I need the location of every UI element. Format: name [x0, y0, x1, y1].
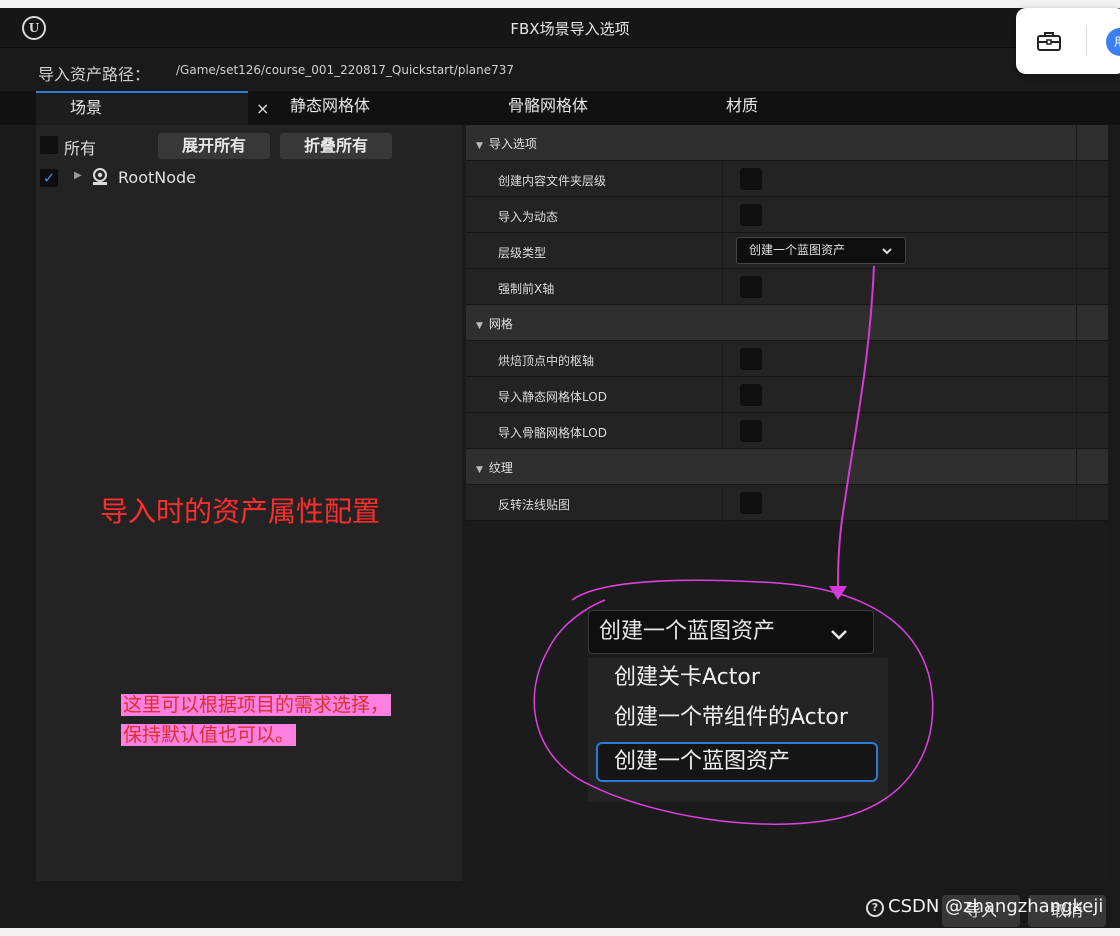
zoomed-dropdown-value: 创建一个蓝图资产	[599, 619, 776, 644]
dropdown-option[interactable]: 创建一个带组件的Actor	[596, 698, 878, 738]
title-bar: U FBX场景导入选项	[0, 8, 1120, 48]
option-row: 导入为动态	[466, 197, 1108, 233]
option-row: 层级类型 创建一个蓝图资产	[466, 233, 1108, 269]
dropdown-option[interactable]: 创建关卡Actor	[596, 658, 878, 698]
import-path-label: 导入资产路径：	[38, 65, 151, 84]
option-row: 创建内容文件夹层级	[466, 161, 1108, 197]
scene-tree-toolbar: 所有 展开所有 折叠所有	[36, 131, 462, 159]
dropdown-option-selected[interactable]: 创建一个蓝图资产	[596, 742, 878, 782]
csdn-watermark: CSDN @zhangzhangkeji	[888, 896, 1104, 917]
tab-scene[interactable]: 场景 ×	[36, 91, 269, 125]
tab-material[interactable]: 材质	[726, 91, 758, 125]
section-mesh[interactable]: ▼ 网格	[466, 305, 1108, 341]
collapse-triangle-icon: ▼	[476, 141, 483, 151]
option-row: 导入静态网格体LOD	[466, 377, 1108, 413]
import-path-value: /Game/set126/course_001_220817_Quickstar…	[176, 63, 515, 77]
import-skeletal-mesh-lod-checkbox[interactable]	[740, 420, 762, 442]
chevron-down-icon	[829, 611, 849, 653]
actor-icon	[90, 167, 110, 187]
dropdown-options-list: 创建关卡Actor 创建一个带组件的Actor 创建一个蓝图资产	[588, 658, 888, 802]
section-title: 网格	[488, 317, 513, 331]
tab-bar: 场景 × 静态网格体 骨骼网格体 材质	[0, 91, 1120, 125]
bake-pivot-checkbox[interactable]	[740, 348, 762, 370]
expand-arrow-icon[interactable]: ▶	[74, 170, 82, 181]
option-label: 导入为动态	[498, 210, 559, 224]
tab-static-mesh[interactable]: 静态网格体	[290, 91, 370, 125]
zoomed-dropdown-callout: 创建一个蓝图资产 创建关卡Actor 创建一个带组件的Actor 创建一个蓝图资…	[588, 606, 888, 806]
tab-skeletal-mesh[interactable]: 骨骼网格体	[508, 91, 588, 125]
section-texture[interactable]: ▼ 纹理	[466, 449, 1108, 485]
force-front-x-axis-checkbox[interactable]	[740, 276, 762, 298]
select-all-label: 所有	[64, 139, 97, 158]
close-icon[interactable]: ×	[256, 93, 269, 125]
section-title: 纹理	[488, 461, 513, 475]
tree-row-rootnode[interactable]: ✓ ▶ RootNode	[36, 165, 462, 191]
option-row: 烘焙顶点中的枢轴	[466, 341, 1108, 377]
option-row: 导入骨骼网格体LOD	[466, 413, 1108, 449]
option-row: 强制前X轴	[466, 269, 1108, 305]
window-title: FBX场景导入选项	[510, 20, 630, 38]
fbx-import-dialog: U FBX场景导入选项 导入资产路径： /Game/set126/course_…	[0, 8, 1120, 928]
import-path-bar: 导入资产路径： /Game/set126/course_001_220817_Q…	[0, 57, 1120, 85]
import-static-mesh-lod-checkbox[interactable]	[740, 384, 762, 406]
floating-toolbar: 用	[1016, 8, 1120, 74]
option-label: 导入骨骼网格体LOD	[498, 426, 607, 440]
option-label: 层级类型	[498, 246, 547, 260]
import-as-dynamic-checkbox[interactable]	[740, 204, 762, 226]
annotation-note-line1: 这里可以根据项目的需求选择，	[121, 694, 392, 716]
option-label: 强制前X轴	[498, 282, 555, 296]
option-label: 反转法线贴图	[498, 498, 571, 512]
hierarchy-type-value: 创建一个蓝图资产	[749, 243, 846, 257]
select-all-checkbox[interactable]	[40, 136, 58, 154]
annotation-note-line2: 保持默认值也可以。	[121, 724, 297, 746]
briefcase-icon[interactable]	[1036, 30, 1062, 52]
invert-normal-maps-checkbox[interactable]	[740, 492, 762, 514]
option-label: 烘焙顶点中的枢轴	[498, 354, 595, 368]
annotation-title: 导入时的资产属性配置	[100, 495, 381, 528]
option-label: 创建内容文件夹层级	[498, 174, 607, 188]
zoomed-hierarchy-dropdown[interactable]: 创建一个蓝图资产	[588, 610, 874, 654]
section-import-options[interactable]: ▼ 导入选项	[466, 125, 1108, 161]
create-content-folders-checkbox[interactable]	[740, 168, 762, 190]
avatar[interactable]: 用	[1106, 28, 1120, 56]
rootnode-checkbox[interactable]: ✓	[40, 169, 58, 187]
rootnode-label: RootNode	[118, 168, 197, 187]
collapse-triangle-icon: ▼	[476, 321, 483, 331]
help-icon[interactable]: ?	[866, 899, 884, 917]
annotation-note: 这里可以根据项目的需求选择， 保持默认值也可以。	[121, 690, 441, 750]
expand-all-button[interactable]: 展开所有	[158, 133, 270, 159]
collapse-all-button[interactable]: 折叠所有	[280, 133, 392, 159]
tab-scene-label: 场景	[70, 98, 103, 117]
chevron-down-icon	[881, 238, 893, 263]
hierarchy-type-dropdown[interactable]: 创建一个蓝图资产	[736, 237, 906, 264]
section-title: 导入选项	[488, 137, 537, 151]
option-label: 导入静态网格体LOD	[498, 390, 607, 404]
option-row: 反转法线贴图	[466, 485, 1108, 521]
collapse-triangle-icon: ▼	[476, 465, 483, 475]
